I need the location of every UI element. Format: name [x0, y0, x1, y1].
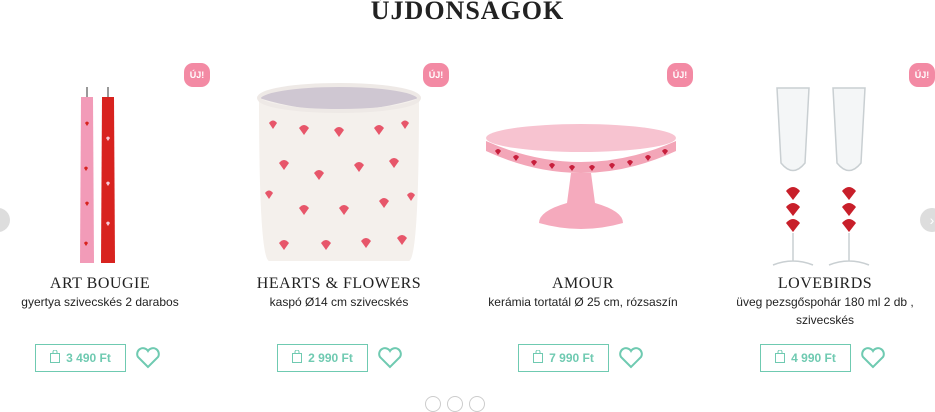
wishlist-button[interactable]: [377, 346, 403, 370]
shopping-bag-icon: [50, 350, 60, 366]
price-label: 2 990 Ft: [308, 351, 353, 365]
wishlist-button[interactable]: [135, 346, 161, 370]
add-to-cart-button[interactable]: 3 490 Ft: [35, 344, 126, 372]
product-description: kerámia tortatál Ø 25 cm, rózsaszín: [473, 293, 693, 311]
product-image-champagne-glasses[interactable]: [715, 83, 935, 273]
carousel-dot[interactable]: [469, 396, 485, 412]
product-description: kaspó Ø14 cm szivecskés: [229, 293, 449, 311]
price-label: 7 990 Ft: [549, 351, 594, 365]
shopping-bag-icon: [775, 350, 785, 366]
price-label: 4 990 Ft: [791, 351, 836, 365]
product-card[interactable]: ÚJ! AMOUR kerámia tortatál Ø 25 cm, rózs…: [473, 58, 693, 388]
heart-outline-icon: [618, 346, 644, 370]
add-to-cart-button[interactable]: 2 990 Ft: [277, 344, 368, 372]
carousel-pagination: [425, 396, 485, 412]
product-image-planter[interactable]: [229, 83, 449, 273]
carousel-dot[interactable]: [425, 396, 441, 412]
wishlist-button[interactable]: [618, 346, 644, 370]
product-image-candles[interactable]: [0, 83, 210, 273]
heart-outline-icon: [135, 346, 161, 370]
product-description: gyertya szivecskés 2 darabos: [0, 293, 210, 311]
add-to-cart-button[interactable]: 4 990 Ft: [760, 344, 851, 372]
product-description: üveg pezsgőspohár 180 ml 2 db , szivecsk…: [715, 293, 935, 329]
carousel-dot[interactable]: [447, 396, 463, 412]
shopping-bag-icon: [533, 350, 543, 366]
add-to-cart-button[interactable]: 7 990 Ft: [518, 344, 609, 372]
shopping-bag-icon: [292, 350, 302, 366]
product-card[interactable]: ÚJ! LOVEBIRDS üveg pezsgőspohár 180 ml 2…: [715, 58, 935, 388]
product-card[interactable]: ÚJ! ART BOUGIE gyertya szivecskés 2 dara…: [0, 58, 210, 388]
product-name[interactable]: AMOUR: [473, 275, 693, 293]
product-name[interactable]: LOVEBIRDS: [715, 275, 935, 293]
heart-outline-icon: [860, 346, 886, 370]
product-image-cake-stand[interactable]: [473, 83, 693, 273]
product-card[interactable]: ÚJ! HEARTS & FLOWERS kaspó Ø14 cm szivec…: [229, 58, 449, 388]
section-title: ÚJDONSÁGOK: [0, 0, 935, 26]
product-name[interactable]: HEARTS & FLOWERS: [229, 275, 449, 293]
heart-outline-icon: [377, 346, 403, 370]
price-label: 3 490 Ft: [66, 351, 111, 365]
product-name[interactable]: ART BOUGIE: [0, 275, 210, 293]
wishlist-button[interactable]: [860, 346, 886, 370]
